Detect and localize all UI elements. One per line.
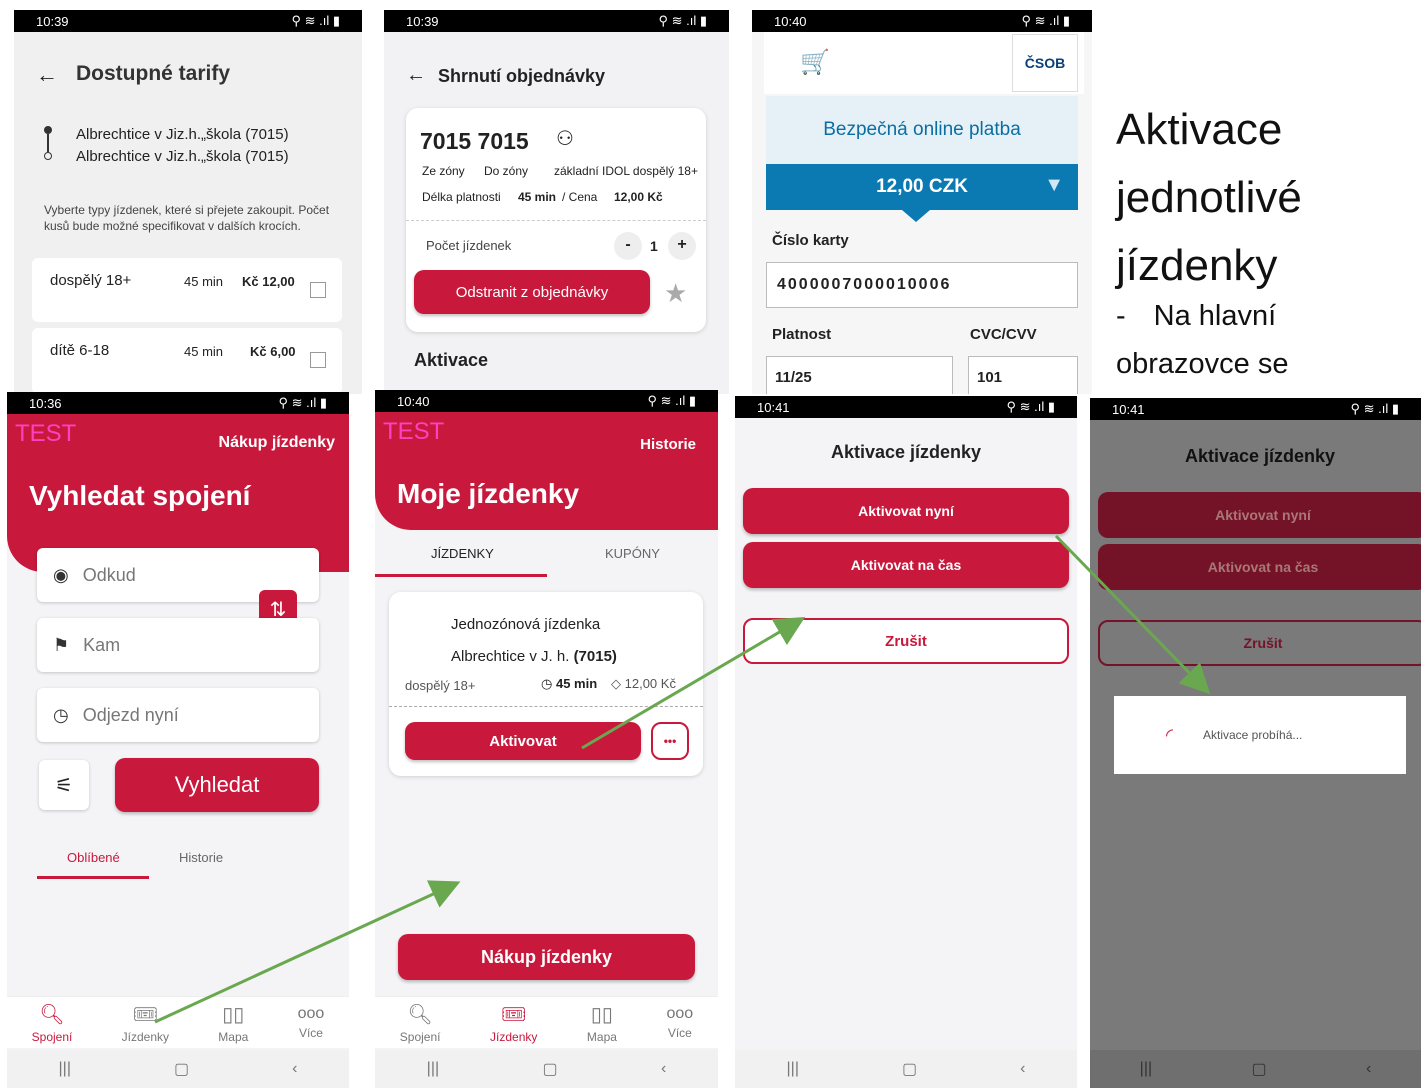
arrow-to-activation	[581, 616, 806, 750]
arrow-to-tickets	[154, 880, 461, 1024]
arrow-to-progress	[1054, 534, 1211, 695]
flow-arrows	[154, 534, 1211, 1024]
